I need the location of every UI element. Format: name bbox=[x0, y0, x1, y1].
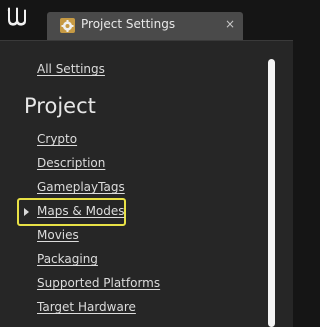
scrollbar-thumb[interactable] bbox=[268, 59, 275, 327]
nav-item-supported-platforms[interactable]: Supported Platforms bbox=[37, 276, 160, 290]
settings-nav-panel: All Settings Project Crypto Description … bbox=[0, 40, 293, 327]
nav-item-movies[interactable]: Movies bbox=[37, 228, 79, 242]
title-bar: Project Settings × bbox=[0, 0, 293, 40]
nav-item-gameplaytags[interactable]: GameplayTags bbox=[37, 180, 125, 194]
tab-project-settings[interactable]: Project Settings × bbox=[47, 12, 243, 40]
tab-close-icon[interactable]: × bbox=[223, 16, 237, 32]
nav-item-crypto[interactable]: Crypto bbox=[37, 132, 77, 146]
settings-gear-icon bbox=[60, 18, 75, 33]
tab-title: Project Settings bbox=[81, 17, 176, 31]
all-settings-link[interactable]: All Settings bbox=[37, 62, 105, 76]
nav-item-target-hardware[interactable]: Target Hardware bbox=[37, 300, 136, 314]
nav-item-packaging[interactable]: Packaging bbox=[37, 252, 98, 266]
unreal-engine-logo-icon bbox=[7, 7, 26, 26]
section-heading-project: Project bbox=[24, 94, 96, 118]
scrollbar[interactable] bbox=[268, 59, 276, 327]
project-settings-window: Project Settings × All Settings Project … bbox=[0, 0, 293, 327]
expand-arrow-icon[interactable] bbox=[24, 208, 29, 216]
nav-item-description[interactable]: Description bbox=[37, 156, 105, 170]
nav-item-maps-modes[interactable]: Maps & Modes bbox=[37, 204, 125, 218]
